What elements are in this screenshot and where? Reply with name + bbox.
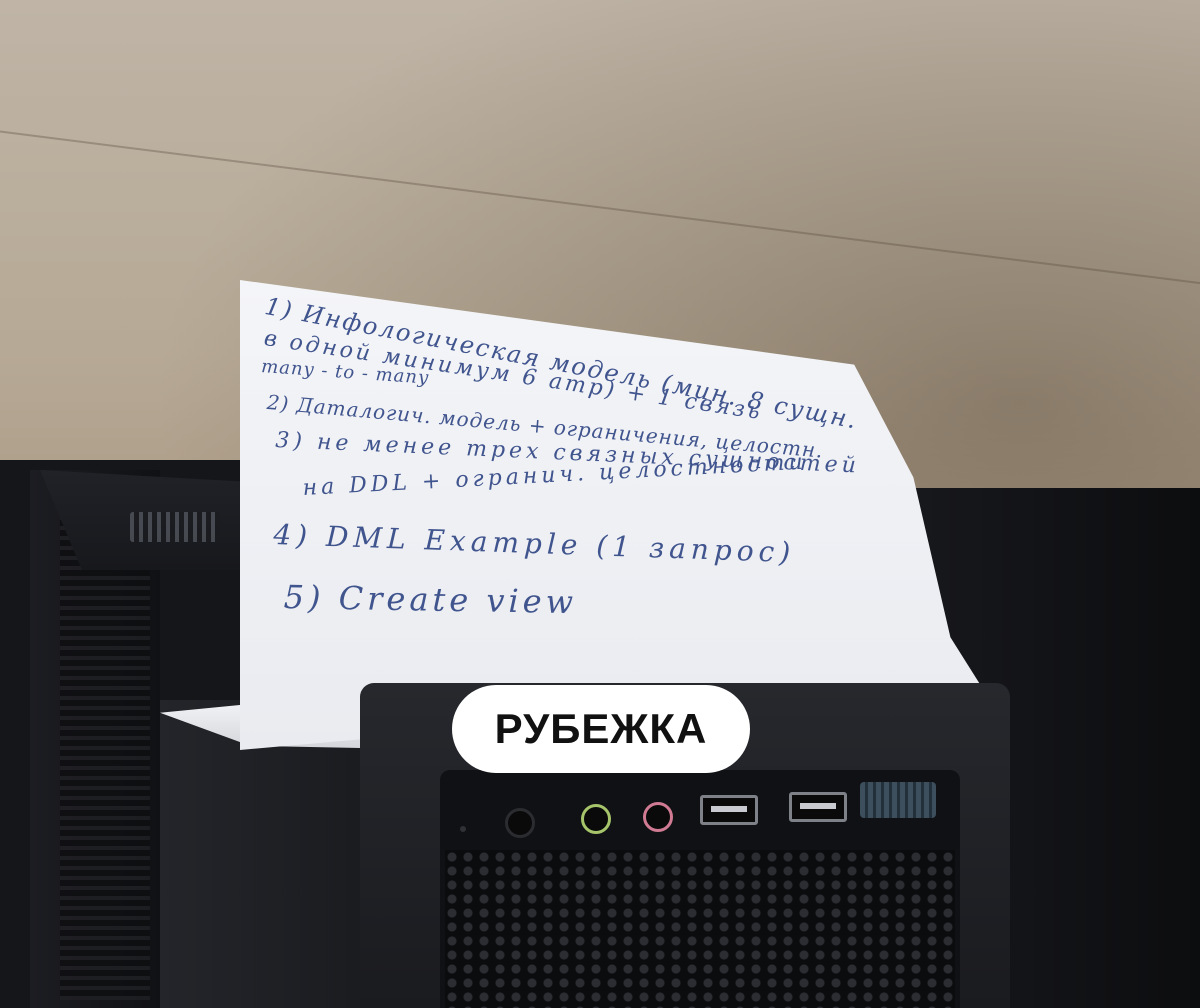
card-reader-slot xyxy=(860,782,936,818)
power-button-icon xyxy=(505,808,535,838)
usb-port-icon xyxy=(700,795,758,825)
microphone-jack-icon xyxy=(643,802,673,832)
usb-port-icon xyxy=(789,792,847,822)
left-tower-top-vent xyxy=(130,512,220,542)
panel-indicator-dot xyxy=(460,826,466,832)
headphone-jack-icon xyxy=(581,804,611,834)
caption-badge: РУБЕЖКА xyxy=(452,685,750,773)
photo-scene: 1) Инфологическая модель (мин. 8 сущн. в… xyxy=(0,0,1200,1008)
front-mesh-grille xyxy=(445,850,955,1008)
caption-text: РУБЕЖКА xyxy=(494,705,708,752)
note-line-8: 5) Create view xyxy=(283,578,578,622)
